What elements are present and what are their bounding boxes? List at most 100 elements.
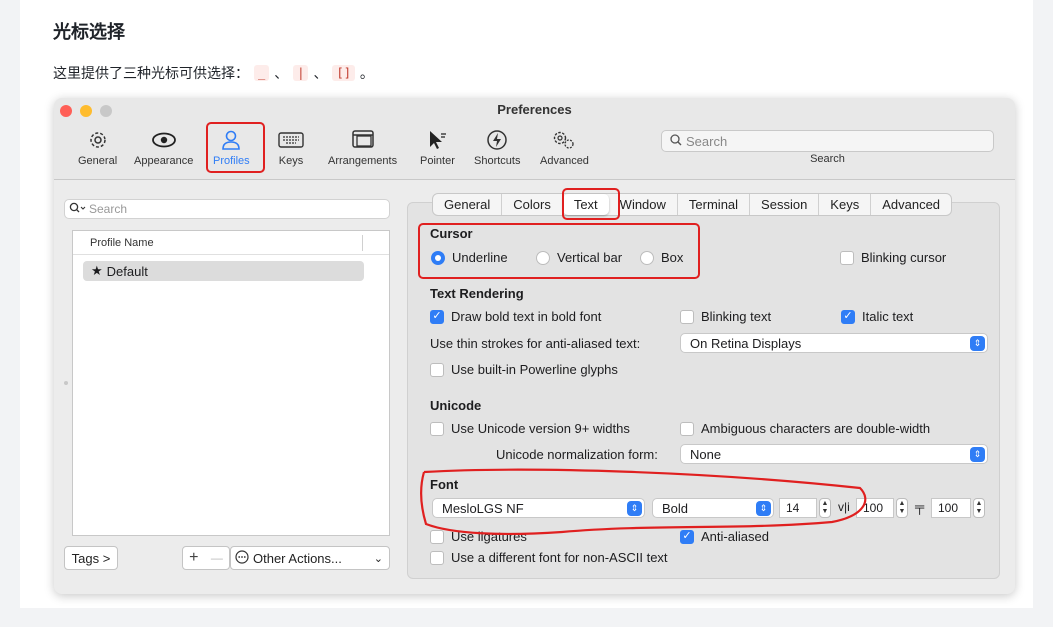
- checkbox-label: Blinking cursor: [861, 250, 947, 265]
- search-placeholder: Search: [686, 133, 728, 149]
- section-heading: 光标选择: [53, 22, 125, 42]
- cursor-chip-underline: _: [254, 65, 270, 81]
- tab-general[interactable]: General: [433, 194, 503, 215]
- bold-font-checkbox[interactable]: ✓ Draw bold text in bold font: [430, 309, 601, 324]
- select-value: None: [690, 446, 722, 462]
- toolbar-label: General: [78, 155, 118, 167]
- ellipsis-circle-icon: [235, 549, 249, 567]
- checkbox-label: Blinking text: [701, 309, 772, 324]
- profile-list: Profile Name ★ Default: [72, 230, 390, 536]
- toolbar-general[interactable]: General: [78, 128, 117, 167]
- powerline-glyphs-checkbox[interactable]: Use built-in Powerline glyphs: [430, 362, 618, 377]
- cursor-chip-bar: |: [293, 65, 309, 81]
- window-title: Preferences: [497, 102, 572, 117]
- search-icon: [670, 133, 682, 149]
- paragraph-end: 。: [359, 65, 374, 81]
- horizontal-spacing-field[interactable]: 100: [931, 498, 971, 518]
- profile-tabs: General Colors Text Window Terminal Sess…: [432, 193, 953, 216]
- intro-paragraph: 这里提供了三种光标可供选择： _ 、 | 、 [] 。: [53, 63, 374, 83]
- toolbar-keys[interactable]: Keys: [278, 128, 304, 167]
- font-highlight-scribble: [420, 468, 867, 536]
- blinking-text-checkbox[interactable]: Blinking text: [680, 309, 771, 324]
- non-ascii-font-checkbox[interactable]: Use a different font for non-ASCII text: [430, 550, 668, 565]
- gear-icon: [85, 128, 111, 152]
- column-header-label: Profile Name: [90, 236, 154, 249]
- text-tab-highlight-box: [562, 188, 620, 220]
- preferences-window: Preferences General Appearance Profiles …: [54, 98, 1015, 594]
- italic-text-checkbox[interactable]: ✓ Italic text: [841, 309, 913, 324]
- paragraph-text: 这里提供了三种光标可供选择：: [53, 65, 249, 81]
- thin-strokes-label: Use thin strokes for anti-aliased text:: [430, 336, 641, 351]
- profile-search-input[interactable]: Search: [64, 199, 390, 219]
- updown-chevron-icon: ⇕: [970, 447, 985, 462]
- normalization-label: Unicode normalization form:: [496, 447, 658, 462]
- lightning-icon: [484, 128, 510, 152]
- checkbox-label: Italic text: [862, 309, 914, 324]
- ambiguous-width-checkbox[interactable]: Ambiguous characters are double-width: [680, 421, 930, 436]
- toolbar-appearance[interactable]: Appearance: [134, 128, 193, 167]
- checkbox-indicator: [680, 421, 694, 436]
- toolbar-pointer[interactable]: Pointer: [420, 128, 455, 167]
- updown-chevron-icon: ⇕: [970, 336, 985, 351]
- checkbox-label: Use a different font for non-ASCII text: [451, 550, 668, 565]
- profile-name-column-header[interactable]: Profile Name: [73, 231, 389, 255]
- toolbar-label: Advanced: [540, 155, 589, 167]
- gears-icon: [551, 128, 577, 152]
- keyboard-icon: [278, 128, 304, 152]
- thin-strokes-select[interactable]: On Retina Displays ⇕: [680, 333, 988, 353]
- tab-terminal[interactable]: Terminal: [678, 194, 751, 215]
- tab-session[interactable]: Session: [750, 194, 820, 215]
- toolbar-label: Shortcuts: [474, 155, 521, 167]
- search-icon: [69, 202, 87, 217]
- toolbar-advanced[interactable]: Advanced: [540, 128, 589, 167]
- checkmark-icon: ✓: [841, 309, 855, 324]
- search-label: Search: [810, 153, 845, 165]
- checkbox-label: Ambiguous characters are double-width: [701, 421, 931, 436]
- cursor-chip-box: []: [332, 65, 355, 81]
- checkbox-label: Draw bold text in bold font: [451, 309, 602, 324]
- checkbox-indicator: [430, 362, 444, 377]
- eye-icon: [151, 128, 177, 152]
- tab-advanced[interactable]: Advanced: [871, 194, 951, 215]
- select-value: On Retina Displays: [690, 335, 802, 351]
- unicode-v9-checkbox[interactable]: Use Unicode version 9+ widths: [430, 421, 630, 436]
- checkbox-indicator: [430, 421, 444, 436]
- titlebar: Preferences General Appearance Profiles …: [54, 98, 1015, 180]
- tab-keys[interactable]: Keys: [819, 194, 872, 215]
- horizontal-spacing-icon: ╤: [915, 499, 925, 514]
- checkbox-label: Use built-in Powerline glyphs: [451, 362, 618, 377]
- toolbar-arrangements[interactable]: Arrangements: [328, 128, 397, 167]
- other-actions-menu[interactable]: Other Actions... ⌄: [230, 546, 390, 570]
- other-actions-label: Other Actions...: [253, 550, 342, 566]
- normalization-select[interactable]: None ⇕: [680, 444, 988, 464]
- horizontal-spacing-stepper[interactable]: ▲ ▼: [973, 498, 985, 518]
- toolbar-label: Appearance: [134, 155, 194, 167]
- vertical-spacing-stepper[interactable]: ▲ ▼: [896, 498, 908, 518]
- checkbox-indicator: [840, 250, 854, 265]
- star-icon: ★: [91, 263, 103, 278]
- checkmark-icon: ✓: [430, 309, 444, 324]
- checkbox-indicator: [430, 550, 444, 565]
- toolbar-shortcuts[interactable]: Shortcuts: [474, 128, 520, 167]
- toolbar-search-input[interactable]: Search: [661, 130, 994, 152]
- toolbar-label: Arrangements: [328, 155, 398, 167]
- tab-colors[interactable]: Colors: [502, 194, 563, 215]
- column-divider: [362, 235, 363, 251]
- windows-icon: [350, 128, 376, 152]
- profiles-highlight-box: [206, 122, 265, 173]
- toolbar-label: Pointer: [420, 155, 455, 167]
- separator: 、: [274, 65, 289, 81]
- blinking-cursor-checkbox[interactable]: Blinking cursor: [840, 250, 946, 265]
- profile-row-default[interactable]: ★ Default: [83, 261, 364, 281]
- chevron-down-icon: ⌄: [373, 552, 383, 565]
- remove-profile-button[interactable]: —: [211, 551, 223, 565]
- tags-button[interactable]: Tags >: [64, 546, 118, 570]
- cursor-highlight-box: [418, 223, 700, 279]
- split-handle[interactable]: [64, 381, 68, 385]
- add-remove-control: + —: [182, 546, 230, 570]
- text-rendering-heading: Text Rendering: [430, 286, 524, 301]
- pointer-icon: [424, 128, 450, 152]
- checkbox-label: Use Unicode version 9+ widths: [451, 421, 630, 436]
- add-profile-button[interactable]: +: [189, 549, 198, 567]
- checkbox-indicator: [680, 309, 694, 324]
